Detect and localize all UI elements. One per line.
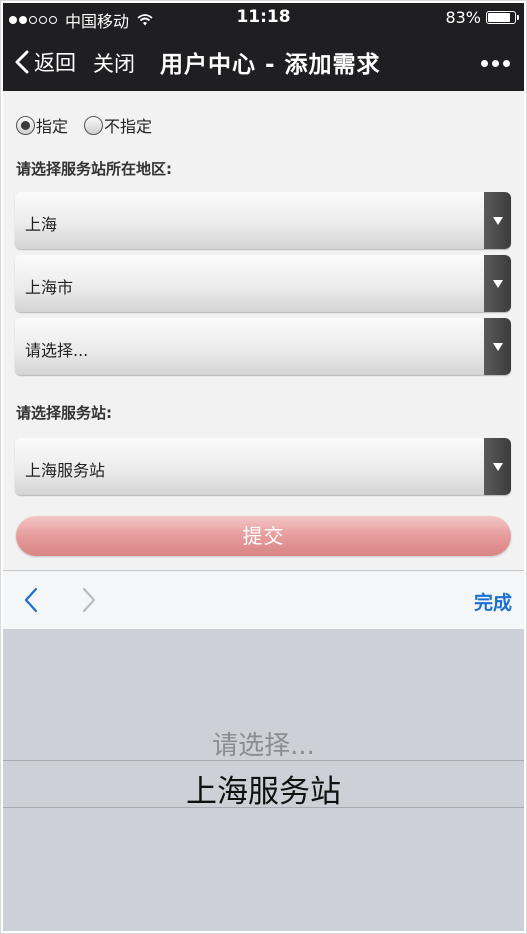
- nav-bar: 返回 关闭 用户中心 - 添加需求: [3, 33, 524, 91]
- top-bar: 中国移动 11:18 83% 返回 关闭 用户中心 - 添加需求: [3, 3, 524, 91]
- picker-option-selected[interactable]: 上海服务站: [3, 766, 524, 811]
- close-button[interactable]: 关闭: [93, 48, 135, 78]
- battery-percent: 83%: [445, 8, 481, 27]
- assign-radio-group: 指定 不指定: [16, 113, 158, 137]
- city-select[interactable]: 上海市: [15, 255, 511, 312]
- radio-checked-icon: [16, 115, 35, 135]
- radio-unassigned-label: 不指定: [104, 117, 153, 136]
- dropdown-arrow-icon: [484, 438, 511, 495]
- radio-assigned[interactable]: 指定: [16, 113, 68, 137]
- done-button[interactable]: 完成: [474, 588, 512, 615]
- district-value: 请选择...: [25, 341, 89, 360]
- more-dots-icon[interactable]: [477, 60, 510, 67]
- radio-assigned-label: 指定: [36, 117, 69, 136]
- picker-toolbar: 完成: [3, 570, 524, 630]
- chevron-right-icon[interactable]: [81, 587, 97, 617]
- province-value: 上海: [25, 215, 58, 234]
- battery-icon: [486, 11, 519, 24]
- dropdown-arrow-icon: [484, 192, 511, 249]
- battery-group: 83%: [445, 8, 519, 27]
- district-select[interactable]: 请选择...: [15, 318, 511, 375]
- radio-unchecked-icon: [84, 115, 104, 135]
- station-select[interactable]: 上海服务站: [15, 438, 511, 495]
- city-value: 上海市: [25, 278, 74, 297]
- province-select[interactable]: 上海: [15, 192, 511, 249]
- picker-wheel[interactable]: 请选择... 上海服务站: [3, 629, 524, 931]
- chevron-left-icon[interactable]: [23, 587, 39, 617]
- back-button[interactable]: 返回: [15, 47, 76, 77]
- radio-unassigned[interactable]: 不指定: [84, 113, 152, 137]
- back-label: 返回: [34, 51, 76, 75]
- page-title: 用户中心 - 添加需求: [160, 52, 381, 78]
- picker-selection-line-bottom: [3, 807, 524, 808]
- chevron-left-icon: [15, 50, 29, 74]
- region-label: 请选择服务站所在地区:: [16, 160, 172, 178]
- demand-form: 指定 不指定 请选择服务站所在地区: 上海 上海市 请选择... 请选择服务站:…: [3, 91, 524, 569]
- app-screen: 中国移动 11:18 83% 返回 关闭 用户中心 - 添加需求 指定 不指定 …: [3, 3, 524, 931]
- picker-option[interactable]: 请选择...: [3, 725, 524, 762]
- station-value: 上海服务站: [25, 461, 106, 480]
- dropdown-arrow-icon: [484, 318, 511, 375]
- dropdown-arrow-icon: [484, 255, 511, 312]
- status-bar: 中国移动 11:18 83%: [3, 3, 524, 31]
- picker-selection-line-top: [3, 760, 524, 761]
- submit-button[interactable]: 提交: [16, 516, 511, 556]
- station-label: 请选择服务站:: [16, 404, 112, 422]
